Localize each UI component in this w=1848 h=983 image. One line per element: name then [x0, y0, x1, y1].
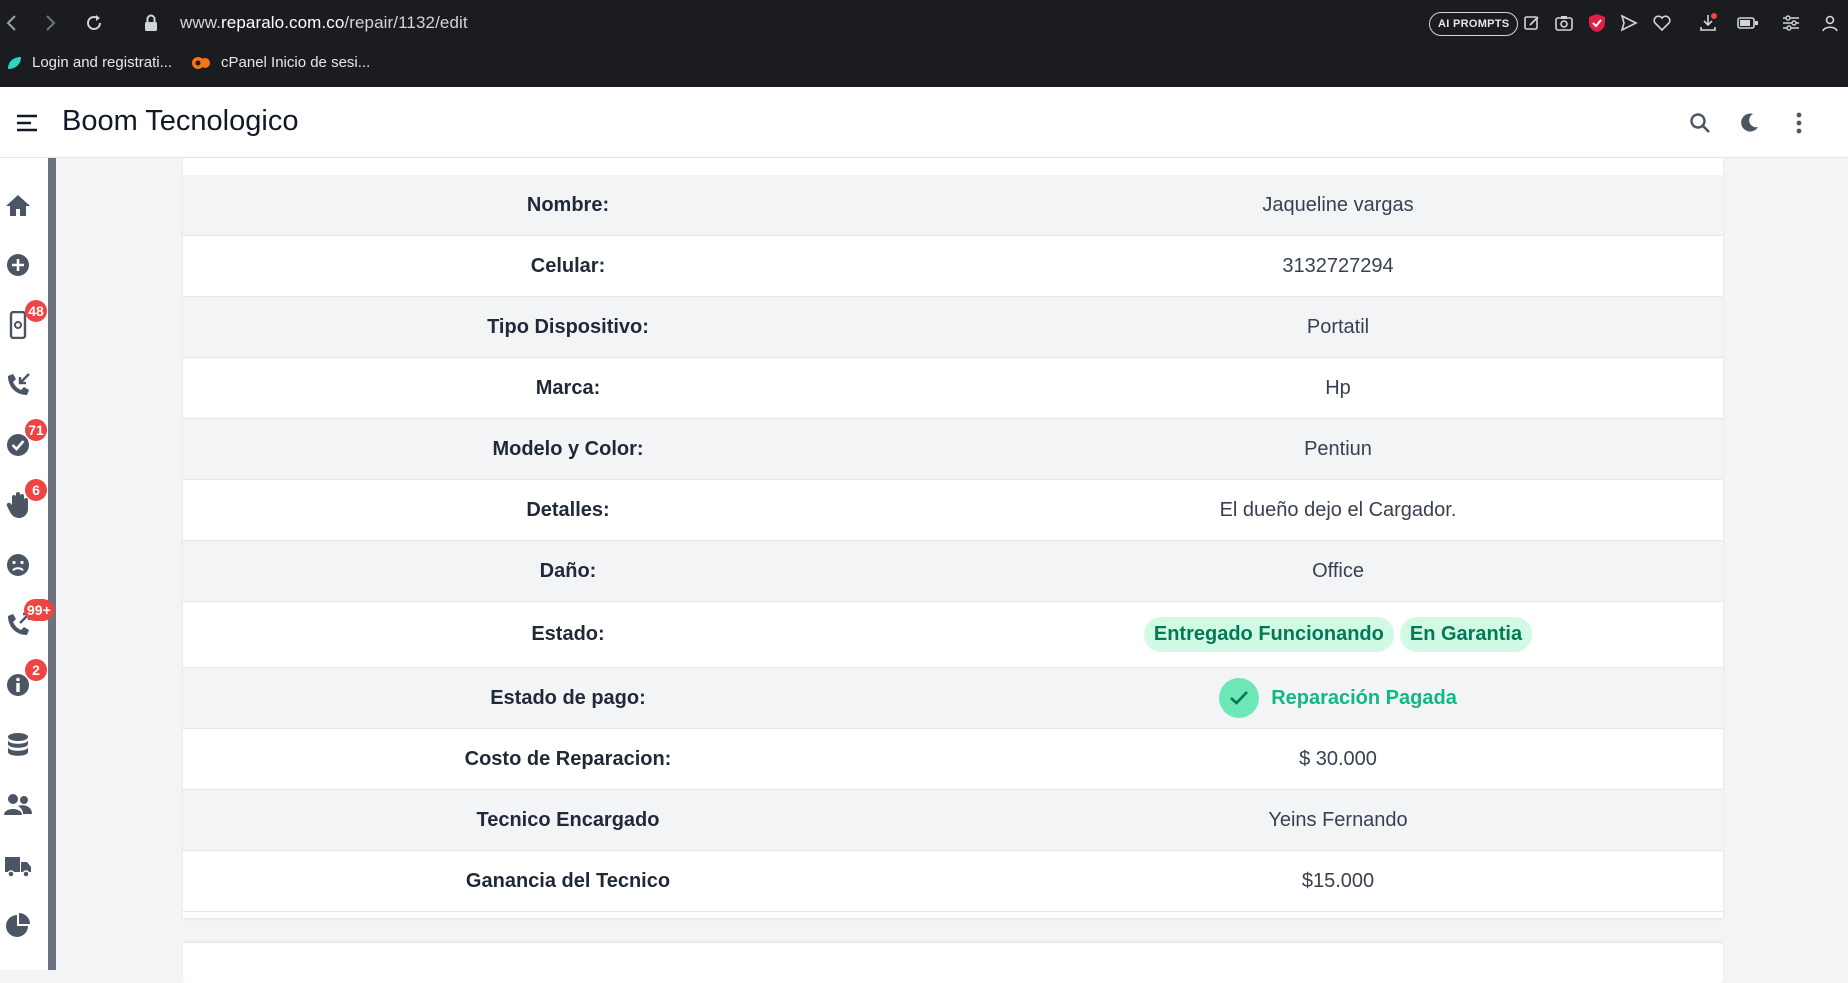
- moon-icon[interactable]: [1735, 109, 1763, 137]
- table-top-edge: [183, 158, 1723, 176]
- bookmark-cpanel[interactable]: cPanel Inicio de sesi...: [191, 54, 370, 71]
- heart-icon[interactable]: [1650, 11, 1674, 35]
- truck-icon[interactable]: [4, 853, 32, 881]
- warranty-badge: En Garantia: [1399, 617, 1533, 652]
- row-label: Celular:: [530, 254, 606, 277]
- status-chips: Entregado Funcionando En Garantia: [953, 617, 1723, 652]
- badge: 48: [25, 300, 47, 322]
- table-row: Ganancia del Tecnico $15.000: [183, 851, 1723, 912]
- edit-icon[interactable]: [1520, 11, 1544, 35]
- row-label: Modelo y Color:: [492, 437, 644, 460]
- browser-toolbar: www.reparalo.com.co/repair/1132/edit AI …: [0, 0, 1848, 87]
- profile-icon[interactable]: [1818, 11, 1842, 35]
- table-row: Tecnico Encargado Yeins Fernando: [183, 790, 1723, 851]
- check-icon: [1219, 678, 1260, 718]
- forward-icon[interactable]: [38, 11, 62, 35]
- table-row: Nombre: Jaqueline vargas: [183, 175, 1723, 236]
- row-label: Estado de pago:: [490, 686, 646, 709]
- battery-icon[interactable]: [1736, 11, 1760, 35]
- leaf-icon: [8, 56, 21, 69]
- phone-incoming-icon[interactable]: [4, 371, 32, 399]
- row-value: Portatil: [1306, 315, 1370, 338]
- table-row: Tipo Dispositivo: Portatil: [183, 297, 1723, 358]
- row-label: Marca:: [535, 376, 601, 399]
- table-row: Estado de pago: Reparación Pagada: [183, 668, 1723, 729]
- row-value: $ 30.000: [1299, 747, 1377, 770]
- table-row: Costo de Reparacion: $ 30.000: [183, 729, 1723, 790]
- ai-prompts-button[interactable]: AI PROMPTS: [1429, 12, 1519, 36]
- table-row: Detalles: El dueño dejo el Cargador.: [183, 480, 1723, 541]
- bookmark-login[interactable]: Login and registrati...: [6, 54, 172, 71]
- sidebar-scrollbar[interactable]: [48, 158, 56, 970]
- search-icon[interactable]: [1686, 109, 1714, 137]
- table-row: Celular: 3132727294: [183, 236, 1723, 297]
- table-row: Marca: Hp: [183, 358, 1723, 419]
- home-icon[interactable]: [4, 191, 32, 219]
- row-label: Tipo Dispositivo:: [487, 315, 649, 338]
- table-row: Modelo y Color: Pentiun: [183, 419, 1723, 480]
- bookmarks-bar: Login and registrati... cPanel Inicio de…: [0, 50, 1848, 80]
- settings-sliders-icon[interactable]: [1779, 11, 1803, 35]
- badge: 6: [25, 479, 47, 501]
- row-value: Yeins Fernando: [1268, 808, 1408, 831]
- next-card: [183, 942, 1723, 983]
- download-icon[interactable]: [1696, 11, 1720, 35]
- users-icon[interactable]: [4, 791, 32, 819]
- back-icon[interactable]: [0, 11, 24, 35]
- send-icon[interactable]: [1617, 11, 1641, 35]
- row-value: Office: [1312, 559, 1364, 582]
- badge: 71: [25, 419, 47, 441]
- row-label: Nombre:: [526, 193, 610, 216]
- row-value: $15.000: [1301, 869, 1375, 892]
- row-label: Costo de Reparacion:: [464, 747, 672, 770]
- app-header: Boom Tecnologico: [0, 87, 1848, 158]
- reload-icon[interactable]: [82, 11, 106, 35]
- row-label: Daño:: [539, 559, 597, 582]
- camera-icon[interactable]: [1552, 11, 1576, 35]
- url-prefix: www.: [180, 13, 222, 32]
- status-badge: Entregado Funcionando: [1143, 617, 1394, 652]
- database-icon[interactable]: [4, 731, 32, 759]
- lock-icon[interactable]: [139, 11, 163, 35]
- url-domain: reparalo.com.co: [221, 13, 345, 32]
- row-label: Detalles:: [526, 498, 610, 521]
- more-vertical-icon[interactable]: [1785, 109, 1813, 137]
- table-row: Daño: Office: [183, 541, 1723, 602]
- badge: 99+: [24, 599, 54, 621]
- row-label: Ganancia del Tecnico: [465, 869, 671, 892]
- row-label: Estado:: [531, 623, 605, 645]
- row-value: Hp: [1325, 376, 1351, 399]
- badge: 2: [25, 659, 47, 681]
- address-bar[interactable]: www.reparalo.com.co/repair/1132/edit: [180, 13, 468, 33]
- row-value: 3132727294: [1282, 254, 1394, 277]
- bookmark-label: cPanel Inicio de sesi...: [221, 54, 371, 71]
- cpanel-icon: [192, 56, 210, 69]
- repair-details-card: Nombre: Jaqueline vargas Celular: 313272…: [183, 158, 1723, 918]
- row-label: Tecnico Encargado: [476, 808, 660, 831]
- sad-face-icon[interactable]: [4, 551, 32, 579]
- plus-circle-icon[interactable]: [4, 251, 32, 279]
- row-value: Jaqueline vargas: [1262, 193, 1414, 216]
- url-path: /repair/1132/edit: [344, 13, 468, 32]
- pie-chart-icon[interactable]: [4, 911, 32, 939]
- shield-icon[interactable]: [1585, 11, 1609, 35]
- payment-status-text: Reparación Pagada: [1271, 686, 1457, 709]
- browser-nav-row: www.reparalo.com.co/repair/1132/edit AI …: [0, 0, 1848, 46]
- row-value: El dueño dejo el Cargador.: [1219, 498, 1457, 521]
- app-title: Boom Tecnologico: [62, 105, 299, 137]
- payment-status: Reparación Pagada: [953, 678, 1723, 718]
- row-value: Pentiun: [1304, 437, 1372, 460]
- bookmark-label: Login and registrati...: [32, 54, 173, 71]
- table-row: Estado: Entregado Funcionando En Garanti…: [183, 602, 1723, 668]
- menu-icon[interactable]: [13, 109, 41, 137]
